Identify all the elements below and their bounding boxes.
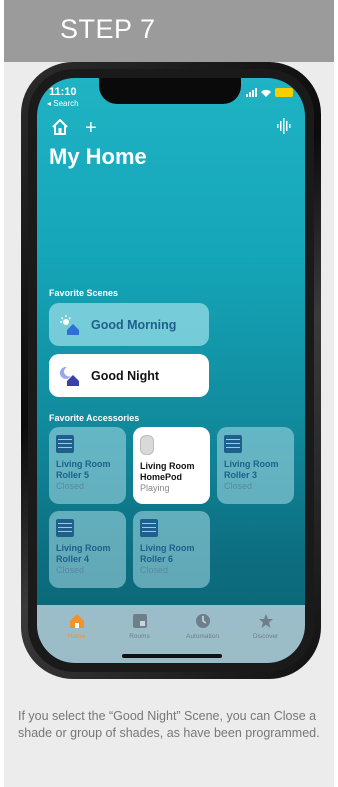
home-indicator xyxy=(122,654,222,658)
scenes-section-label: Favorite Scenes xyxy=(49,288,119,298)
window-shade-icon xyxy=(56,435,74,453)
tile-name-line2: Roller 6 xyxy=(140,554,174,564)
top-toolbar: + xyxy=(51,118,97,138)
page-title: My Home xyxy=(49,144,147,169)
scene-good-night[interactable]: Good Night xyxy=(49,354,209,397)
tile-name-line1: Living Room xyxy=(56,543,111,553)
accessories-section-label: Favorite Accessories xyxy=(49,413,140,423)
home-settings-icon[interactable] xyxy=(51,118,69,136)
step-label: STEP 7 xyxy=(60,14,156,44)
phone-bezel: 11:10 ◂ Search + My Home Favorite Scenes… xyxy=(28,69,314,672)
rooms-icon xyxy=(132,614,147,628)
house-icon xyxy=(69,614,84,628)
tab-label: Home xyxy=(67,633,86,640)
status-time: 11:10 xyxy=(49,86,77,98)
window-shade-icon xyxy=(224,435,242,453)
phone-frame: 11:10 ◂ Search + My Home Favorite Scenes… xyxy=(21,62,321,679)
accessory-tile-roller-4[interactable]: Living Room Roller 4 Closed xyxy=(49,511,126,588)
tile-state: Closed xyxy=(224,481,253,491)
tile-name-line2: Roller 3 xyxy=(224,470,258,480)
star-icon xyxy=(258,614,273,628)
window-shade-icon xyxy=(140,519,158,537)
homepod-icon xyxy=(140,435,154,455)
instruction-caption: If you select the “Good Night” Scene, yo… xyxy=(18,709,320,740)
accessory-tile-roller-3[interactable]: Living Room Roller 3 Closed xyxy=(217,427,294,504)
tile-state: Playing xyxy=(140,483,170,493)
step-header: STEP 7 xyxy=(4,0,334,62)
sunrise-house-icon xyxy=(60,314,79,335)
tab-label: Discover xyxy=(252,633,279,640)
accessory-tile-homepod[interactable]: Living Room HomePod Playing xyxy=(133,427,210,504)
home-app-screen: 11:10 ◂ Search + My Home Favorite Scenes… xyxy=(37,78,305,663)
scene-label: Good Morning xyxy=(91,317,177,332)
back-to-search-link[interactable]: ◂ Search xyxy=(47,99,79,108)
accessory-tile-roller-6[interactable]: Living Room Roller 6 Closed xyxy=(133,511,210,588)
phone-notch xyxy=(99,78,241,104)
tile-name-line2: Roller 4 xyxy=(56,554,90,564)
tile-name-line1: Living Room xyxy=(140,543,195,553)
tile-name-line1: Living Room xyxy=(140,461,195,471)
clock-icon xyxy=(195,614,210,628)
add-icon[interactable]: + xyxy=(85,118,97,138)
tile-name-line1: Living Room xyxy=(224,459,279,469)
status-icons xyxy=(246,88,293,97)
window-shade-icon xyxy=(56,519,74,537)
signal-icon xyxy=(246,88,257,97)
scene-label: Good Night xyxy=(91,368,160,383)
tile-state: Closed xyxy=(140,565,169,575)
battery-icon xyxy=(275,88,293,97)
tab-label: Automation xyxy=(186,633,219,640)
tile-name-line2: HomePod xyxy=(140,472,183,482)
tile-state: Closed xyxy=(56,565,85,575)
instruction-card: STEP 7 11:10 ◂ Search + My Home Favorite… xyxy=(4,0,334,787)
moon-house-icon xyxy=(59,366,79,386)
intercom-icon[interactable] xyxy=(277,118,291,134)
tab-label: Rooms xyxy=(129,633,150,640)
accessory-tile-roller-5[interactable]: Living Room Roller 5 Closed xyxy=(49,427,126,504)
tile-name-line1: Living Room xyxy=(56,459,111,469)
wifi-icon xyxy=(261,89,271,97)
tab-discover[interactable]: Discover xyxy=(236,613,296,663)
tile-state: Closed xyxy=(56,481,85,491)
tab-home[interactable]: Home xyxy=(47,613,107,663)
tile-name-line2: Roller 5 xyxy=(56,470,90,480)
scene-good-morning[interactable]: Good Morning xyxy=(49,303,209,346)
